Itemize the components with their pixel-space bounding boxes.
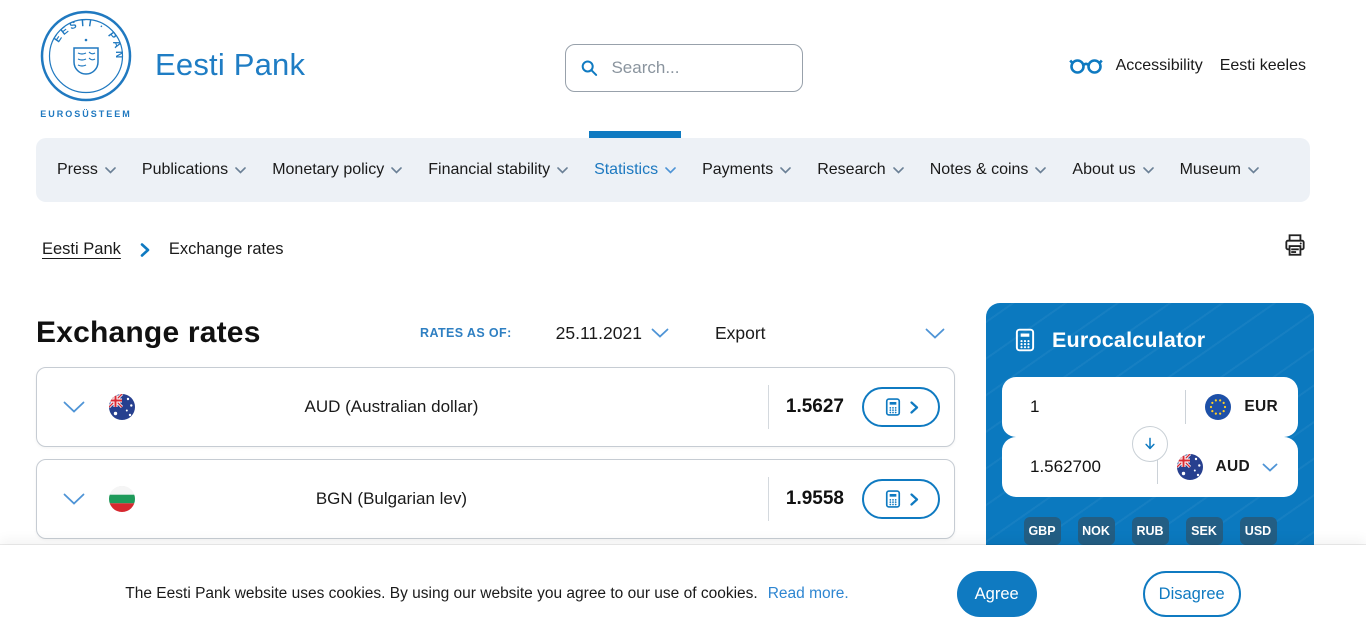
chevron-down-icon [391, 167, 402, 174]
quick-currency-rub[interactable]: RUB [1132, 517, 1169, 545]
currency-code-from: EUR [1244, 398, 1278, 416]
calculator-icon [883, 397, 903, 417]
cookie-disagree-button[interactable]: Disagree [1143, 571, 1241, 617]
nav-item-notes-and-coins[interactable]: Notes & coins [917, 138, 1060, 202]
rate-row-bgn: BGN (Bulgarian lev) 1.9558 [36, 459, 955, 539]
nav-label: Research [817, 161, 885, 179]
currency-code-to: AUD [1216, 458, 1250, 476]
language-switch-link[interactable]: Eesti keeles [1220, 57, 1306, 75]
chevron-down-icon [235, 167, 246, 174]
breadcrumb-current: Exchange rates [169, 240, 284, 259]
nav-label: About us [1072, 161, 1135, 179]
chevron-down-icon [893, 167, 904, 174]
chevron-down-icon [1035, 167, 1046, 174]
search-input[interactable] [609, 57, 788, 79]
rates-as-of-label: RATES AS OF: [420, 326, 512, 340]
eu-flag-icon [1205, 394, 1231, 420]
calculator-rows: EUR AUD [1002, 377, 1298, 497]
quick-currency-nok[interactable]: NOK [1078, 517, 1115, 545]
nav-label: Notes & coins [930, 161, 1029, 179]
chevron-down-icon [1262, 463, 1278, 472]
nav-item-museum[interactable]: Museum [1167, 138, 1272, 202]
chevron-down-icon [925, 328, 945, 339]
currency-select-chevron[interactable] [1262, 463, 1278, 472]
title-row: Exchange rates RATES AS OF: 25.11.2021 E… [36, 308, 955, 358]
nav-label: Publications [142, 161, 228, 179]
currency-name: BGN (Bulgarian lev) [75, 489, 708, 509]
cookie-consent-banner: The Eesti Pank website uses cookies. By … [0, 545, 1366, 643]
rates-date-value: 25.11.2021 [556, 323, 642, 344]
open-calculator-button[interactable] [862, 479, 940, 519]
nav-label: Financial stability [428, 161, 550, 179]
arrow-down-icon [1141, 435, 1159, 453]
chevron-down-icon [665, 167, 676, 174]
nav-label: Museum [1180, 161, 1241, 179]
swap-direction-button[interactable] [1132, 426, 1168, 462]
search-icon [580, 57, 598, 79]
chevron-right-icon [910, 401, 919, 414]
site-wordmark[interactable]: Eesti Pank [155, 47, 305, 83]
accessibility-link[interactable]: Accessibility [1116, 57, 1203, 75]
nav-label: Payments [702, 161, 773, 179]
chevron-down-icon [557, 167, 568, 174]
currency-name: AUD (Australian dollar) [75, 397, 708, 417]
page-title: Exchange rates [36, 316, 261, 350]
cookie-message: The Eesti Pank website uses cookies. By … [125, 585, 757, 603]
eurocalculator-title: Eurocalculator [1052, 328, 1205, 353]
quick-currency-chips: GBP NOK RUB SEK USD [1002, 517, 1298, 545]
chevron-down-icon [651, 328, 669, 338]
divider [768, 385, 769, 429]
svg-text:EESTI · PANK: EESTI · PANK [40, 10, 124, 61]
cookie-read-more-link[interactable]: Read more. [768, 585, 849, 603]
main-navigation: Press Publications Monetary policy Finan… [36, 138, 1310, 202]
rates-date-picker[interactable]: 25.11.2021 [556, 323, 669, 344]
exchange-rate-value: 1.9558 [786, 488, 844, 510]
header-links: Accessibility Eesti keeles [1069, 56, 1306, 75]
nav-item-monetary-policy[interactable]: Monetary policy [259, 138, 415, 202]
divider [1185, 390, 1186, 424]
chevron-down-icon [1143, 167, 1154, 174]
export-dropdown-label[interactable]: Export [715, 323, 766, 344]
exchange-rate-value: 1.5627 [786, 396, 844, 418]
open-calculator-button[interactable] [862, 387, 940, 427]
printer-icon [1282, 232, 1308, 258]
quick-currency-usd[interactable]: USD [1240, 517, 1277, 545]
divider [768, 477, 769, 521]
eesti-pank-exchange-rates-page: EESTI · PANK EUROSÜSTEEM Eesti Pank Acce… [0, 0, 1366, 643]
emblem-seal-icon: EESTI · PANK [40, 10, 132, 102]
eurocalculator-header: Eurocalculator [1002, 325, 1298, 355]
chevron-down-icon [105, 167, 116, 174]
chevron-down-icon [1248, 167, 1259, 174]
export-dropdown-chevron[interactable] [925, 328, 945, 339]
nav-item-about-us[interactable]: About us [1059, 138, 1166, 202]
accessibility-glasses-icon[interactable] [1069, 56, 1103, 75]
amount-from-input[interactable] [1028, 396, 1185, 418]
chevron-down-icon [780, 167, 791, 174]
australia-flag-icon [1177, 454, 1203, 480]
nav-label: Press [57, 161, 98, 179]
nav-label: Statistics [594, 161, 658, 179]
nav-item-press[interactable]: Press [44, 138, 129, 202]
quick-currency-sek[interactable]: SEK [1186, 517, 1223, 545]
print-button[interactable] [1282, 232, 1308, 263]
search-box[interactable] [565, 44, 803, 92]
calculator-icon [1012, 327, 1038, 353]
cookie-agree-button[interactable]: Agree [957, 571, 1037, 617]
nav-item-payments[interactable]: Payments [689, 138, 804, 202]
eurosysteem-caption: EUROSÜSTEEM [40, 109, 132, 119]
breadcrumb-home-link[interactable]: Eesti Pank [42, 240, 121, 259]
quick-currency-gbp[interactable]: GBP [1024, 517, 1061, 545]
nav-item-research[interactable]: Research [804, 138, 916, 202]
nav-item-statistics-active[interactable]: Statistics [581, 138, 689, 202]
breadcrumb: Eesti Pank Exchange rates [42, 240, 284, 259]
nav-item-financial-stability[interactable]: Financial stability [415, 138, 581, 202]
chevron-right-icon [140, 243, 150, 257]
chevron-right-icon [910, 493, 919, 506]
nav-label: Monetary policy [272, 161, 384, 179]
rate-row-aud: AUD (Australian dollar) 1.5627 [36, 367, 955, 447]
nav-item-publications[interactable]: Publications [129, 138, 259, 202]
calculator-icon [883, 489, 903, 509]
amount-to-input[interactable] [1028, 456, 1157, 478]
eesti-pank-emblem-logo[interactable]: EESTI · PANK EUROSÜSTEEM [40, 10, 132, 126]
